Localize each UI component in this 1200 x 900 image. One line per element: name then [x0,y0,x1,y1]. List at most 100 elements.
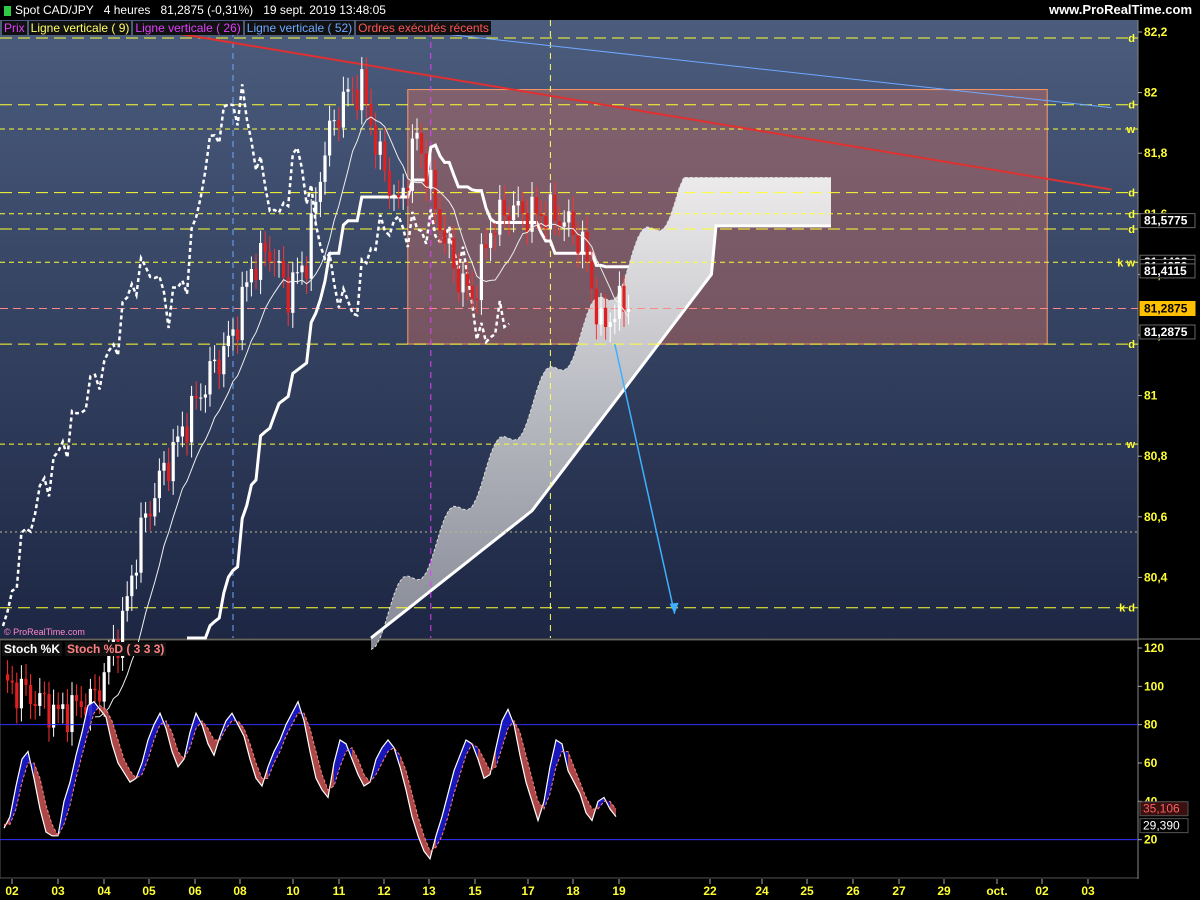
level-tag-10: k d [1119,603,1135,615]
candle-body [231,329,235,336]
candle-body [369,103,373,126]
stoch-value-label-0: 35,106 [1143,802,1180,816]
stoch-tick-label: 60 [1144,756,1158,770]
candle-body [42,693,46,695]
candle-body [599,307,603,325]
candle-body [139,517,143,573]
x-tick-label: 06 [188,884,202,898]
candle-body [493,233,497,235]
candle-body [291,272,295,313]
price-tick-label: 82 [1144,86,1158,100]
level-tag-2: w [1125,124,1135,136]
candle-body [443,230,447,244]
candle-body [70,695,74,733]
x-tick-label: 29 [937,884,951,898]
price-tick-label: 80,6 [1144,510,1168,524]
candle-body [489,233,493,248]
legend-vline-52[interactable]: Ligne verticale ( 52) [244,21,355,35]
candle-body [461,273,465,293]
candle-body [424,153,428,189]
price-chart[interactable]: ddwdddk wdwk d 82,28281,881,681,481,2818… [0,0,1200,900]
candle-body [590,261,594,289]
x-tick-label: 17 [521,884,535,898]
legend-stoch-d[interactable]: Stoch %D ( 3 3 3) [65,642,167,656]
candle-body [364,69,368,104]
candle-body [415,132,419,139]
candle-body [176,436,180,442]
candle-body [562,222,566,227]
credit-label: © ProRealTime.com [4,627,85,637]
candle-body [594,288,598,325]
legend-prix[interactable]: Prix [2,21,27,35]
candle-body [378,141,382,155]
legend-stoch-k[interactable]: Stoch %K [2,642,63,656]
stoch-tick-label: 20 [1144,833,1158,847]
price-label-0: 81,5775 [1144,214,1188,228]
candle-body [190,395,194,443]
price-tick-label: 81,8 [1144,146,1168,160]
x-tick-label: oct. [986,884,1007,898]
x-tick-label: 15 [468,884,482,898]
legend-vline-9[interactable]: Ligne verticale ( 9) [28,21,132,35]
stoch-value-label-1: 29,390 [1143,819,1180,833]
candle-body [93,688,97,691]
candle-body [157,470,161,499]
x-tick-label: 02 [5,884,19,898]
candle-body [263,242,267,252]
candle-body [387,170,391,196]
x-tick-label: 04 [97,884,111,898]
candle-body [56,704,60,709]
candle-body [332,120,336,122]
candle-body [52,704,56,728]
x-tick-label: 05 [142,884,156,898]
candle-body [167,462,171,482]
candle-body [337,120,341,128]
candle-body [521,201,525,214]
candle-body [309,213,313,279]
candle-body [346,89,350,92]
price-tick-label: 80,4 [1144,570,1168,584]
level-tag-6: k w [1117,257,1135,269]
candle-body [61,704,65,709]
x-tick-label: 08 [233,884,247,898]
legend-vline-26[interactable]: Ligne verticale ( 26) [133,21,243,35]
candle-body [502,199,506,216]
x-tick-label: 03 [51,884,65,898]
candle-body [323,155,327,182]
candle-body [47,694,51,728]
x-axis-bg [0,879,1200,900]
candle-body [171,441,175,482]
candle-body [553,194,557,221]
candle-body [613,318,617,323]
candle-body [185,426,189,443]
candle-body [134,572,138,576]
candle-body [249,268,253,283]
level-tag-1: d [1128,100,1135,112]
price-tick-label: 80,8 [1144,449,1168,463]
candle-body [438,209,442,231]
candle-body [254,268,258,280]
candle-body [525,213,529,232]
stoch-tick-label: 80 [1144,718,1158,732]
x-tick-label: 25 [800,884,814,898]
x-tick-label: 19 [612,884,626,898]
candle-body [79,700,83,708]
x-tick-label: 24 [755,884,769,898]
candle-body [236,329,240,341]
chart-legend: Prix Ligne verticale ( 9) Ligne verticale … [2,21,493,36]
candle-body [314,201,318,214]
candle-body [10,680,14,683]
candle-body [360,69,364,111]
candle-body [383,141,387,171]
x-tick-label: 02 [1035,884,1049,898]
candle-body [535,196,539,214]
candle-body [539,213,543,217]
candle-body [38,693,42,706]
candle-body [305,265,309,279]
candle-body [374,125,378,155]
candle-body [125,596,129,611]
candle-body [203,394,207,398]
legend-orders[interactable]: Ordres exécutés récents [356,21,491,35]
candle-body [479,244,483,301]
candle-body [484,244,488,248]
